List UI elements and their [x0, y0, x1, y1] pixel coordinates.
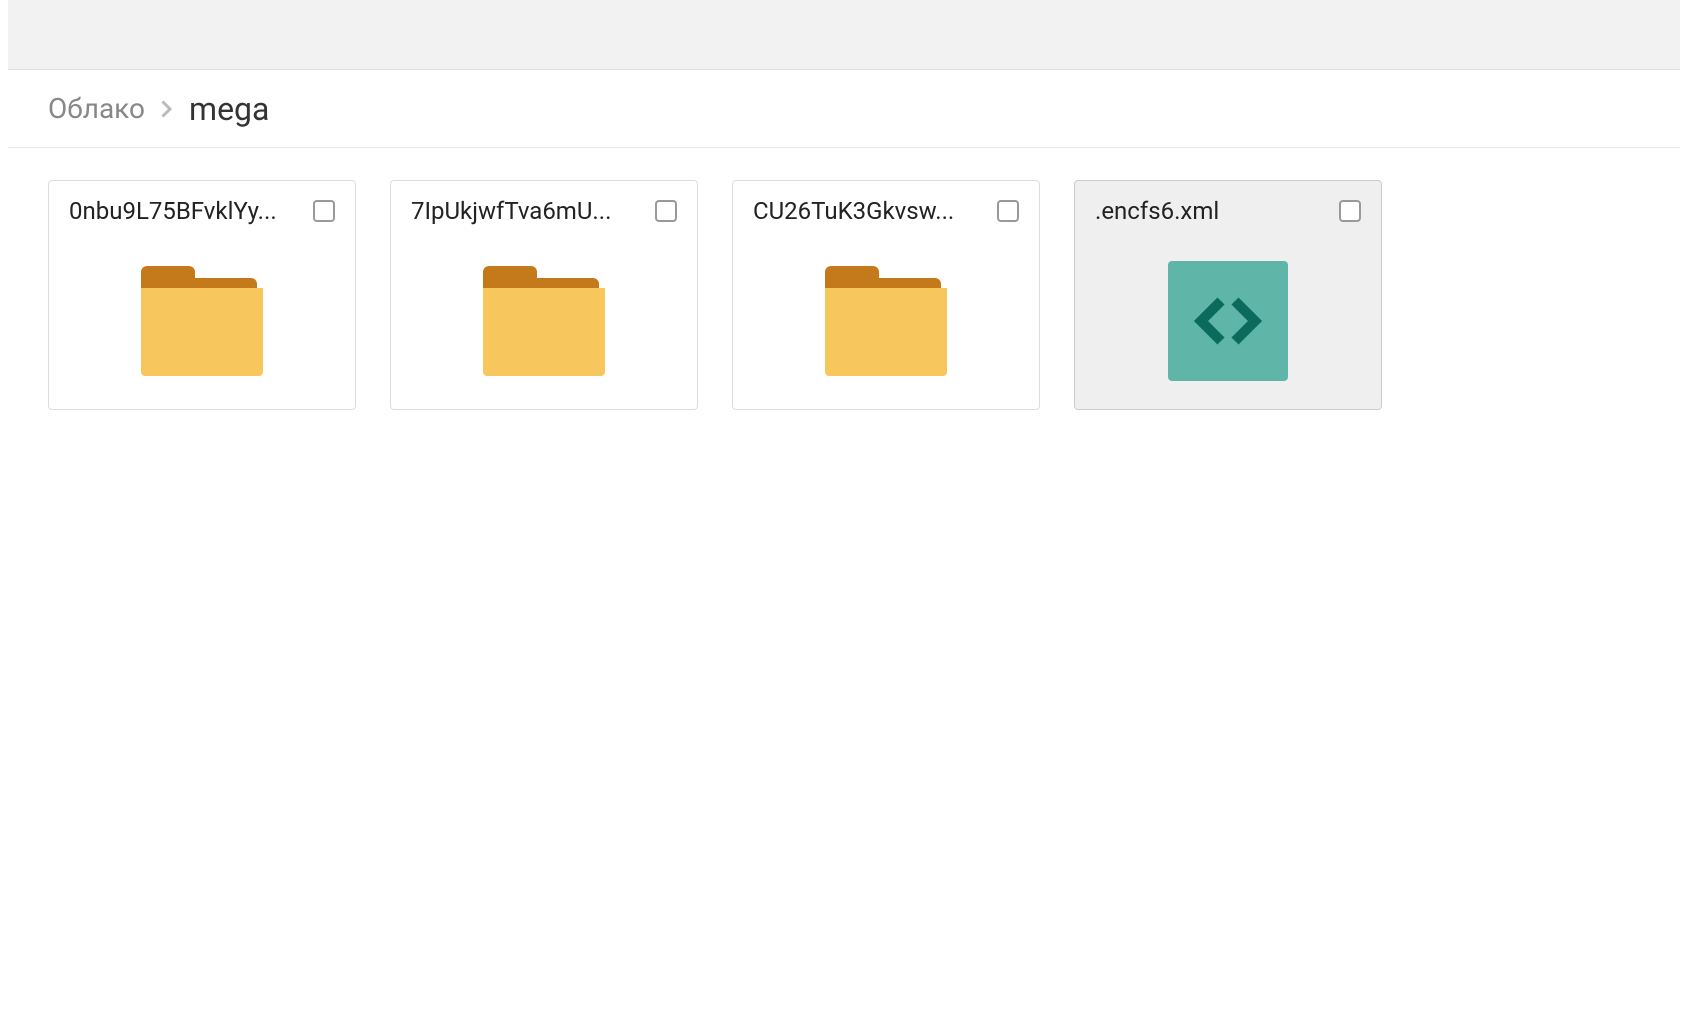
breadcrumb-current: mega: [189, 90, 269, 128]
item-checkbox[interactable]: [1339, 200, 1361, 222]
chevron-right-icon: [161, 100, 173, 118]
file-item[interactable]: .encfs6.xml: [1074, 180, 1382, 410]
item-name: 7IpUkjwfTva6mU...: [411, 197, 611, 225]
item-checkbox[interactable]: [655, 200, 677, 222]
item-name: .encfs6.xml: [1095, 197, 1219, 225]
folder-icon: [483, 266, 605, 376]
item-checkbox[interactable]: [313, 200, 335, 222]
breadcrumb: Облако mega: [8, 70, 1680, 148]
item-name: CU26TuK3Gkvsw...: [753, 197, 954, 225]
breadcrumb-root[interactable]: Облако: [48, 92, 145, 125]
code-file-icon: [1168, 261, 1288, 381]
item-name: 0nbu9L75BFvklYy...: [69, 197, 277, 225]
top-toolbar: [8, 0, 1680, 70]
folder-item[interactable]: 7IpUkjwfTva6mU...: [390, 180, 698, 410]
item-checkbox[interactable]: [997, 200, 1019, 222]
folder-icon: [141, 266, 263, 376]
folder-item[interactable]: CU26TuK3Gkvsw...: [732, 180, 1040, 410]
file-grid: 0nbu9L75BFvklYy... 7IpUkjwfTva6mU... CU2…: [8, 148, 1680, 442]
folder-item[interactable]: 0nbu9L75BFvklYy...: [48, 180, 356, 410]
folder-icon: [825, 266, 947, 376]
